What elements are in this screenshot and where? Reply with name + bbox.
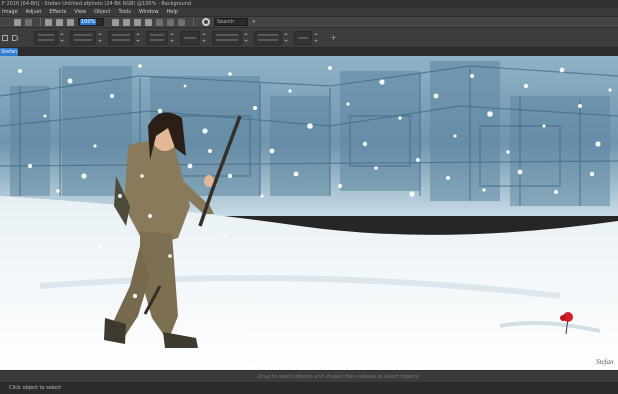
menu-adjust[interactable]: Adjust xyxy=(26,8,42,16)
zoom-field[interactable]: 100% xyxy=(78,18,104,26)
scale-field[interactable] xyxy=(254,30,282,45)
menu-effects[interactable]: Effects xyxy=(49,8,66,16)
rotation-field[interactable] xyxy=(180,30,200,45)
chevron-down-icon[interactable]: ▾ xyxy=(252,19,255,25)
contrast-icon[interactable] xyxy=(145,18,152,26)
shear-stepper[interactable] xyxy=(244,31,248,45)
application-window: F 2016 [64-Bit] - Stefan Untitled.afphot… xyxy=(0,0,618,394)
document-canvas[interactable]: Stefan xyxy=(0,56,618,370)
retina-view-icon[interactable] xyxy=(134,18,141,26)
scale-stepper[interactable] xyxy=(284,31,288,45)
shear-field[interactable] xyxy=(212,30,242,45)
copy-icon[interactable] xyxy=(14,18,21,26)
snapping-icon[interactable] xyxy=(156,18,163,26)
rotation-stepper[interactable] xyxy=(202,31,206,45)
opacity-field[interactable] xyxy=(294,30,312,45)
play-icon[interactable] xyxy=(12,34,18,41)
status-text: Click object to select xyxy=(9,385,61,391)
menu-view[interactable]: View xyxy=(74,8,86,16)
menu-object[interactable]: Object xyxy=(94,8,110,16)
height-field[interactable] xyxy=(146,30,168,45)
gear-icon[interactable] xyxy=(202,18,210,26)
window-title: F 2016 [64-Bit] - Stefan Untitled.afphot… xyxy=(2,1,192,7)
status-bar: Click object to select xyxy=(0,382,618,394)
width-stepper[interactable] xyxy=(136,31,140,45)
guides-icon[interactable] xyxy=(178,18,185,26)
artwork-image xyxy=(0,56,618,370)
align-top-icon[interactable] xyxy=(67,18,74,26)
position-y-field[interactable] xyxy=(70,30,96,45)
pixel-view-icon[interactable] xyxy=(123,18,130,26)
add-button[interactable]: + xyxy=(330,33,337,42)
context-toolbar: + xyxy=(0,28,618,48)
menu-window[interactable]: Window xyxy=(139,8,159,16)
main-toolbar: 100% Search ▾ xyxy=(0,16,618,28)
position-x-field[interactable] xyxy=(34,30,58,45)
menu-image[interactable]: Image xyxy=(2,8,18,16)
crop-tool-icon[interactable] xyxy=(2,34,8,41)
height-stepper[interactable] xyxy=(170,31,174,45)
opacity-stepper[interactable] xyxy=(314,31,318,45)
zoom-value: 100% xyxy=(80,19,97,25)
menu-bar: Image Adjust Effects View Object Tools W… xyxy=(0,8,618,16)
toolbar-divider xyxy=(40,18,41,26)
position-x-stepper[interactable] xyxy=(60,31,64,45)
document-tab-strip: Stefan Untitled.afphoto xyxy=(0,48,618,56)
paste-icon[interactable] xyxy=(25,18,32,26)
window-title-bar: F 2016 [64-Bit] - Stefan Untitled.afphot… xyxy=(0,0,618,8)
fit-view-icon[interactable] xyxy=(112,18,119,26)
search-field[interactable]: Search ▾ xyxy=(214,18,255,26)
menu-help[interactable]: Help xyxy=(167,8,178,16)
align-center-icon[interactable] xyxy=(56,18,63,26)
grid-icon[interactable] xyxy=(167,18,174,26)
width-field[interactable] xyxy=(108,30,134,45)
search-placeholder: Search xyxy=(217,19,235,25)
position-y-stepper[interactable] xyxy=(98,31,102,45)
align-left-icon[interactable] xyxy=(45,18,52,26)
hint-bar: Drag to select objects and shapes then r… xyxy=(0,370,618,382)
toolbar-divider xyxy=(193,18,194,26)
menu-tools[interactable]: Tools xyxy=(118,8,130,16)
artist-signature: Stefan xyxy=(596,358,614,366)
document-tab[interactable]: Stefan Untitled.afphoto xyxy=(0,48,18,56)
